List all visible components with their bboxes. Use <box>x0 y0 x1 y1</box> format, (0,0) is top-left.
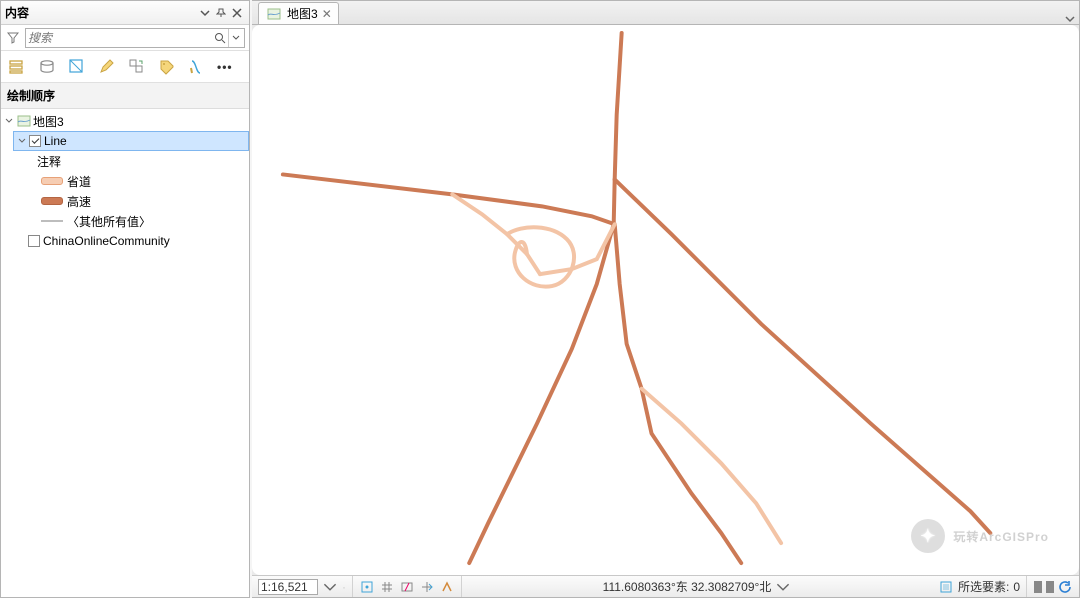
gaosu-symbol <box>41 197 63 205</box>
map-node[interactable]: 地图3 <box>1 111 249 131</box>
contents-title: 内容 <box>5 4 197 21</box>
layer-visibility-checkbox[interactable] <box>29 135 41 147</box>
search-row <box>1 25 249 51</box>
map-node-label: 地图3 <box>33 113 64 130</box>
refresh-icon[interactable] <box>1057 579 1073 595</box>
selection-group: 所选要素: 0 <box>932 576 1027 597</box>
list-by-editing-icon[interactable] <box>97 57 117 77</box>
list-by-source-icon[interactable] <box>37 57 57 77</box>
basemap-label: ChinaOnlineCommunity <box>43 234 170 248</box>
legend-other-label: 〈其他所有值〉 <box>67 213 151 230</box>
snap-icon[interactable] <box>359 579 375 595</box>
list-by-snapping-icon[interactable] <box>127 57 147 77</box>
contents-panel: 内容 <box>0 0 250 598</box>
selection-count: 0 <box>1013 580 1020 594</box>
map-svg <box>252 25 1079 575</box>
contents-toolbar: ••• <box>1 51 249 83</box>
contents-header: 内容 <box>1 1 249 25</box>
pause-icon[interactable] <box>1034 581 1042 593</box>
map-tab[interactable]: 地图3 ✕ <box>258 2 339 24</box>
pause-icon[interactable] <box>1046 581 1054 593</box>
other-symbol <box>41 220 63 222</box>
filter-icon[interactable] <box>5 28 21 48</box>
anno-label: 注释 <box>37 153 61 170</box>
legend-gaosu-label: 高速 <box>67 193 91 210</box>
basemap-row[interactable]: ChinaOnlineCommunity <box>13 231 249 251</box>
layer-tree: 地图3 Line 注释 省道 高速 〈其他所有值〉 ChinaOnlineCom… <box>1 109 249 253</box>
view-tools-group <box>353 576 462 597</box>
collapse-icon[interactable] <box>16 135 28 147</box>
layer-line-label: Line <box>44 134 67 148</box>
selection-icon[interactable] <box>938 579 954 595</box>
legend-shengdao[interactable]: 省道 <box>35 171 249 191</box>
list-by-perspective-icon[interactable] <box>187 57 207 77</box>
map-view-area: 地图3 ✕ ✦ <box>252 0 1080 598</box>
scale-dropdown-icon[interactable] <box>322 579 338 595</box>
dropdown-icon[interactable] <box>197 5 213 21</box>
map-tab-label: 地图3 <box>287 5 318 22</box>
coords-dropdown-icon[interactable] <box>775 579 791 595</box>
search-input[interactable] <box>28 29 212 47</box>
tab-close-icon[interactable]: ✕ <box>322 7 332 21</box>
list-by-selection-icon[interactable] <box>67 57 87 77</box>
collapse-icon[interactable] <box>3 115 15 127</box>
scale-group: 1:16,521 · <box>252 576 353 597</box>
layer-line[interactable]: Line <box>13 131 249 151</box>
legend-other[interactable]: 〈其他所有值〉 <box>35 211 249 231</box>
close-icon[interactable] <box>229 5 245 21</box>
view-tabs-dropdown-icon[interactable] <box>1061 14 1079 24</box>
map-canvas[interactable] <box>252 25 1079 575</box>
search-icon[interactable] <box>212 32 228 44</box>
draw-control-group <box>1027 576 1079 597</box>
scale-input[interactable]: 1:16,521 <box>258 579 318 595</box>
coords-text: 111.6080363°东 32.3082709°北 <box>603 578 772 595</box>
list-by-drawing-order-icon[interactable] <box>7 57 27 77</box>
search-dropdown-icon[interactable] <box>228 29 242 47</box>
coords-group: 111.6080363°东 32.3082709°北 <box>597 576 798 597</box>
drawing-order-section: 绘制顺序 <box>1 83 249 109</box>
list-by-labeling-icon[interactable] <box>157 57 177 77</box>
legend-shengdao-label: 省道 <box>67 173 91 190</box>
map-icon <box>267 7 281 21</box>
dynamic-constraints-icon[interactable] <box>419 579 435 595</box>
status-bar: 1:16,521 · 111.6080363°东 32.3082709°北 所选… <box>252 575 1079 597</box>
map-icon <box>17 114 31 128</box>
legend-gaosu[interactable]: 高速 <box>35 191 249 211</box>
anno-row: 注释 <box>35 151 249 171</box>
pin-icon[interactable] <box>213 5 229 21</box>
inference-icon[interactable] <box>439 579 455 595</box>
scale-value: 1:16,521 <box>261 580 308 594</box>
shengdao-symbol <box>41 177 63 185</box>
grid-icon[interactable] <box>379 579 395 595</box>
selection-label: 所选要素: <box>958 578 1009 595</box>
view-tabs: 地图3 ✕ <box>252 1 1079 25</box>
search-box <box>25 28 245 48</box>
basemap-visibility-checkbox[interactable] <box>28 235 40 247</box>
more-icon[interactable]: ••• <box>217 60 233 74</box>
corrections-icon[interactable] <box>399 579 415 595</box>
